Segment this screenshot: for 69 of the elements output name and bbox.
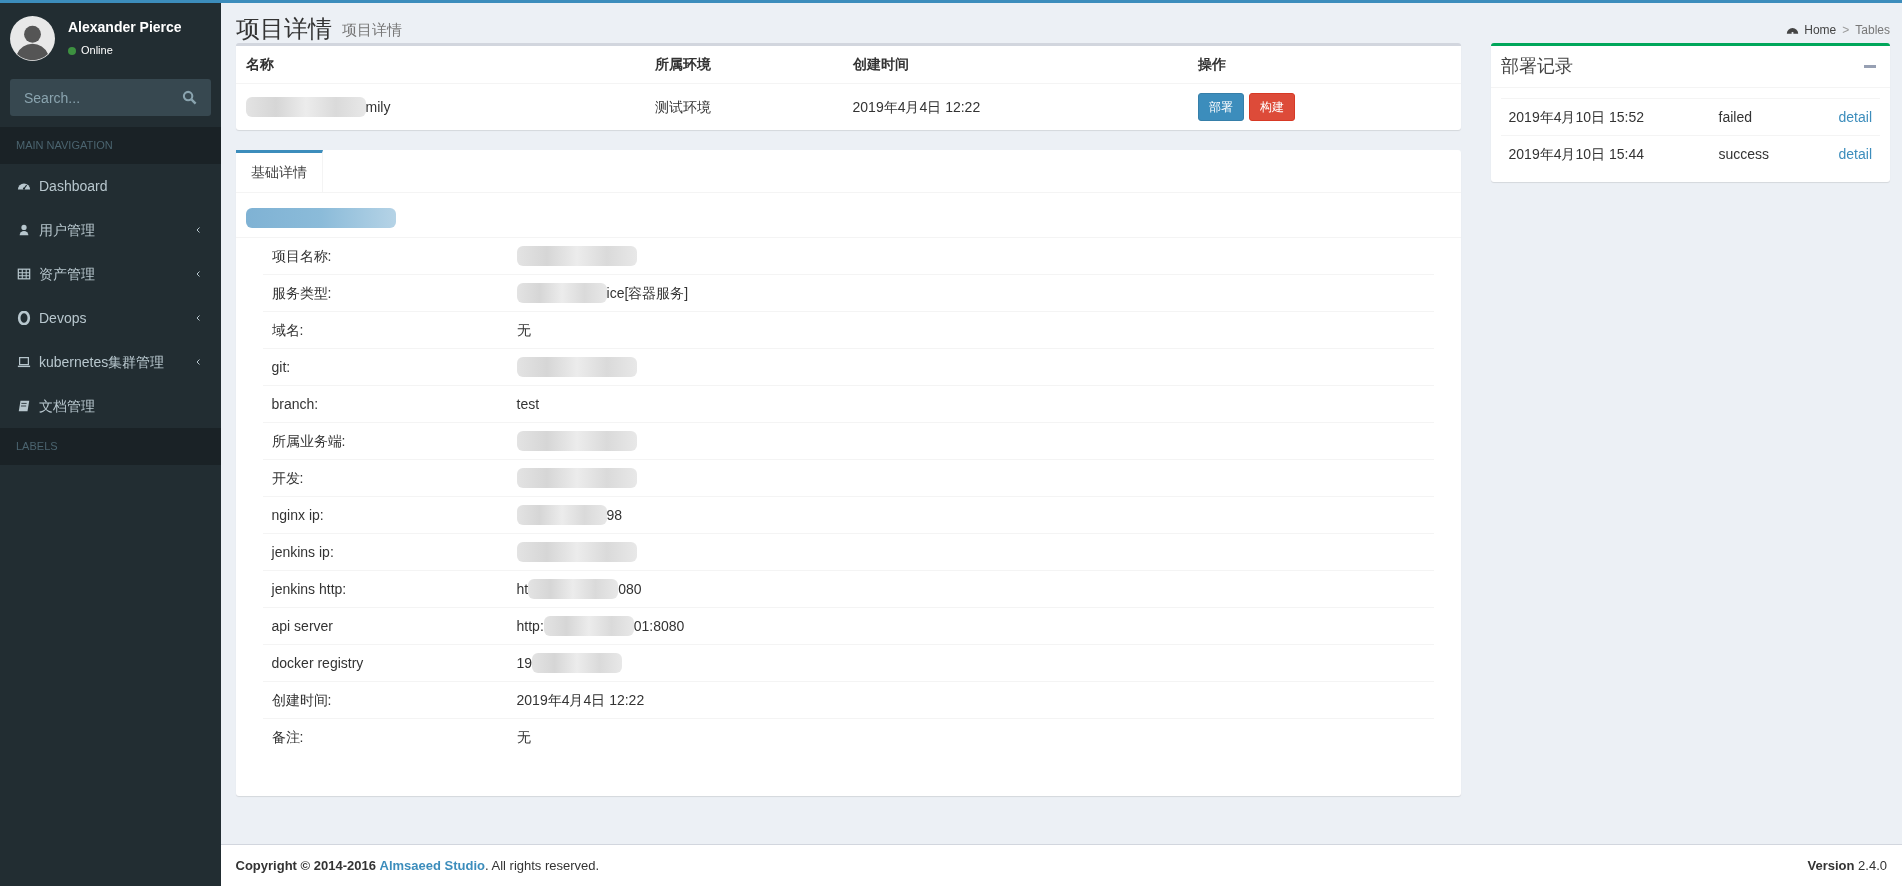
nav-item[interactable]: kubernetes集群管理 — [0, 340, 221, 384]
page-title: 项目详情 — [235, 17, 332, 41]
detail-label: jenkins ip: — [271, 542, 335, 562]
detail-label: jenkins http: — [271, 579, 348, 599]
table-cell-text: 2019年4月10日 15:52 — [1508, 107, 1645, 127]
table-cell-text: failed — [1718, 107, 1753, 127]
detail-value: ht — [516, 579, 529, 599]
tab[interactable]: 基础详情 — [235, 150, 323, 192]
detail-label: branch: — [271, 394, 320, 414]
detail-label: 项目名称: — [271, 246, 333, 266]
avatar-icon — [10, 15, 55, 61]
section-header: LABELS — [16, 439, 58, 455]
detail-value: http: — [516, 616, 544, 636]
column-header: 名称 — [245, 55, 275, 74]
breadcrumb-separator: > — [1842, 22, 1850, 39]
column-header: 操作 — [1197, 55, 1227, 74]
ring-icon — [17, 311, 31, 325]
detail-label: api server — [271, 616, 334, 636]
detail-label: 创建时间: — [271, 690, 333, 710]
table-cell-text: 2019年4月4日 12:22 — [852, 97, 982, 117]
detail-label: git: — [271, 357, 292, 377]
detail-value: 19 — [516, 653, 533, 673]
detail-value: 无 — [516, 728, 531, 747]
column-header: 所属环境 — [654, 55, 712, 74]
section-header: MAIN NAVIGATION — [16, 138, 113, 154]
detail-label: nginx ip: — [271, 505, 325, 525]
detail-value: ice[容器服务] — [606, 283, 689, 303]
table-cell-text: mily — [365, 97, 391, 117]
detail-label: 备注: — [271, 728, 305, 747]
nav-item[interactable]: 用户管理 — [0, 208, 221, 252]
book-icon — [17, 399, 31, 413]
detail-link[interactable]: detail — [1838, 106, 1872, 128]
user-icon — [17, 223, 31, 237]
breadcrumb-link[interactable]: Home — [1786, 21, 1837, 39]
box-title: 部署记录 — [1500, 55, 1573, 78]
detail-label: 开发: — [271, 468, 305, 488]
nav-item[interactable]: 资产管理 — [0, 252, 221, 296]
column-header: 创建时间 — [852, 55, 910, 74]
version-text: Version 2.4.0 — [1807, 856, 1887, 875]
detail-value: 2019年4月4日 12:22 — [516, 690, 645, 710]
table-cell-text: success — [1718, 144, 1771, 164]
table-cell-text: 2019年4月10日 15:44 — [1508, 144, 1645, 164]
laptop-icon — [17, 355, 31, 369]
table-cell-text: 测试环境 — [654, 97, 712, 117]
detail-value: 01:8080 — [633, 616, 685, 636]
status-text: Online — [81, 43, 113, 59]
nav-item[interactable]: Dashboard — [0, 164, 221, 208]
detail-label: 所属业务端: — [271, 431, 347, 451]
detail-label: 域名: — [271, 320, 305, 340]
detail-label: 服务类型: — [271, 283, 333, 303]
table-icon — [17, 267, 31, 281]
nav-item[interactable]: Devops — [0, 296, 221, 340]
collapse-button[interactable] — [1864, 65, 1876, 68]
action-button[interactable]: 部署 — [1197, 93, 1244, 121]
user-name: Alexander Pierce — [68, 18, 182, 38]
company-link[interactable]: Almsaeed Studio — [379, 857, 485, 873]
page-subtitle: 项目详情 — [341, 19, 402, 40]
action-button[interactable]: 构建 — [1248, 93, 1295, 121]
detail-value: 无 — [516, 320, 531, 340]
copyright-text: Copyright © 2014-2016 Almsaeed Studio. All rights reserved. — [235, 856, 600, 875]
breadcrumb-link[interactable]: Tables — [1855, 21, 1890, 39]
detail-value: test — [516, 394, 540, 414]
search-field[interactable]: Search... — [10, 79, 211, 116]
search-icon — [181, 90, 197, 105]
detail-value: 080 — [618, 579, 642, 599]
detail-link[interactable]: detail — [1838, 143, 1872, 165]
nav-item[interactable]: 文档管理 — [0, 384, 221, 428]
detail-label: docker registry — [271, 653, 365, 673]
detail-value: 98 — [606, 505, 623, 525]
